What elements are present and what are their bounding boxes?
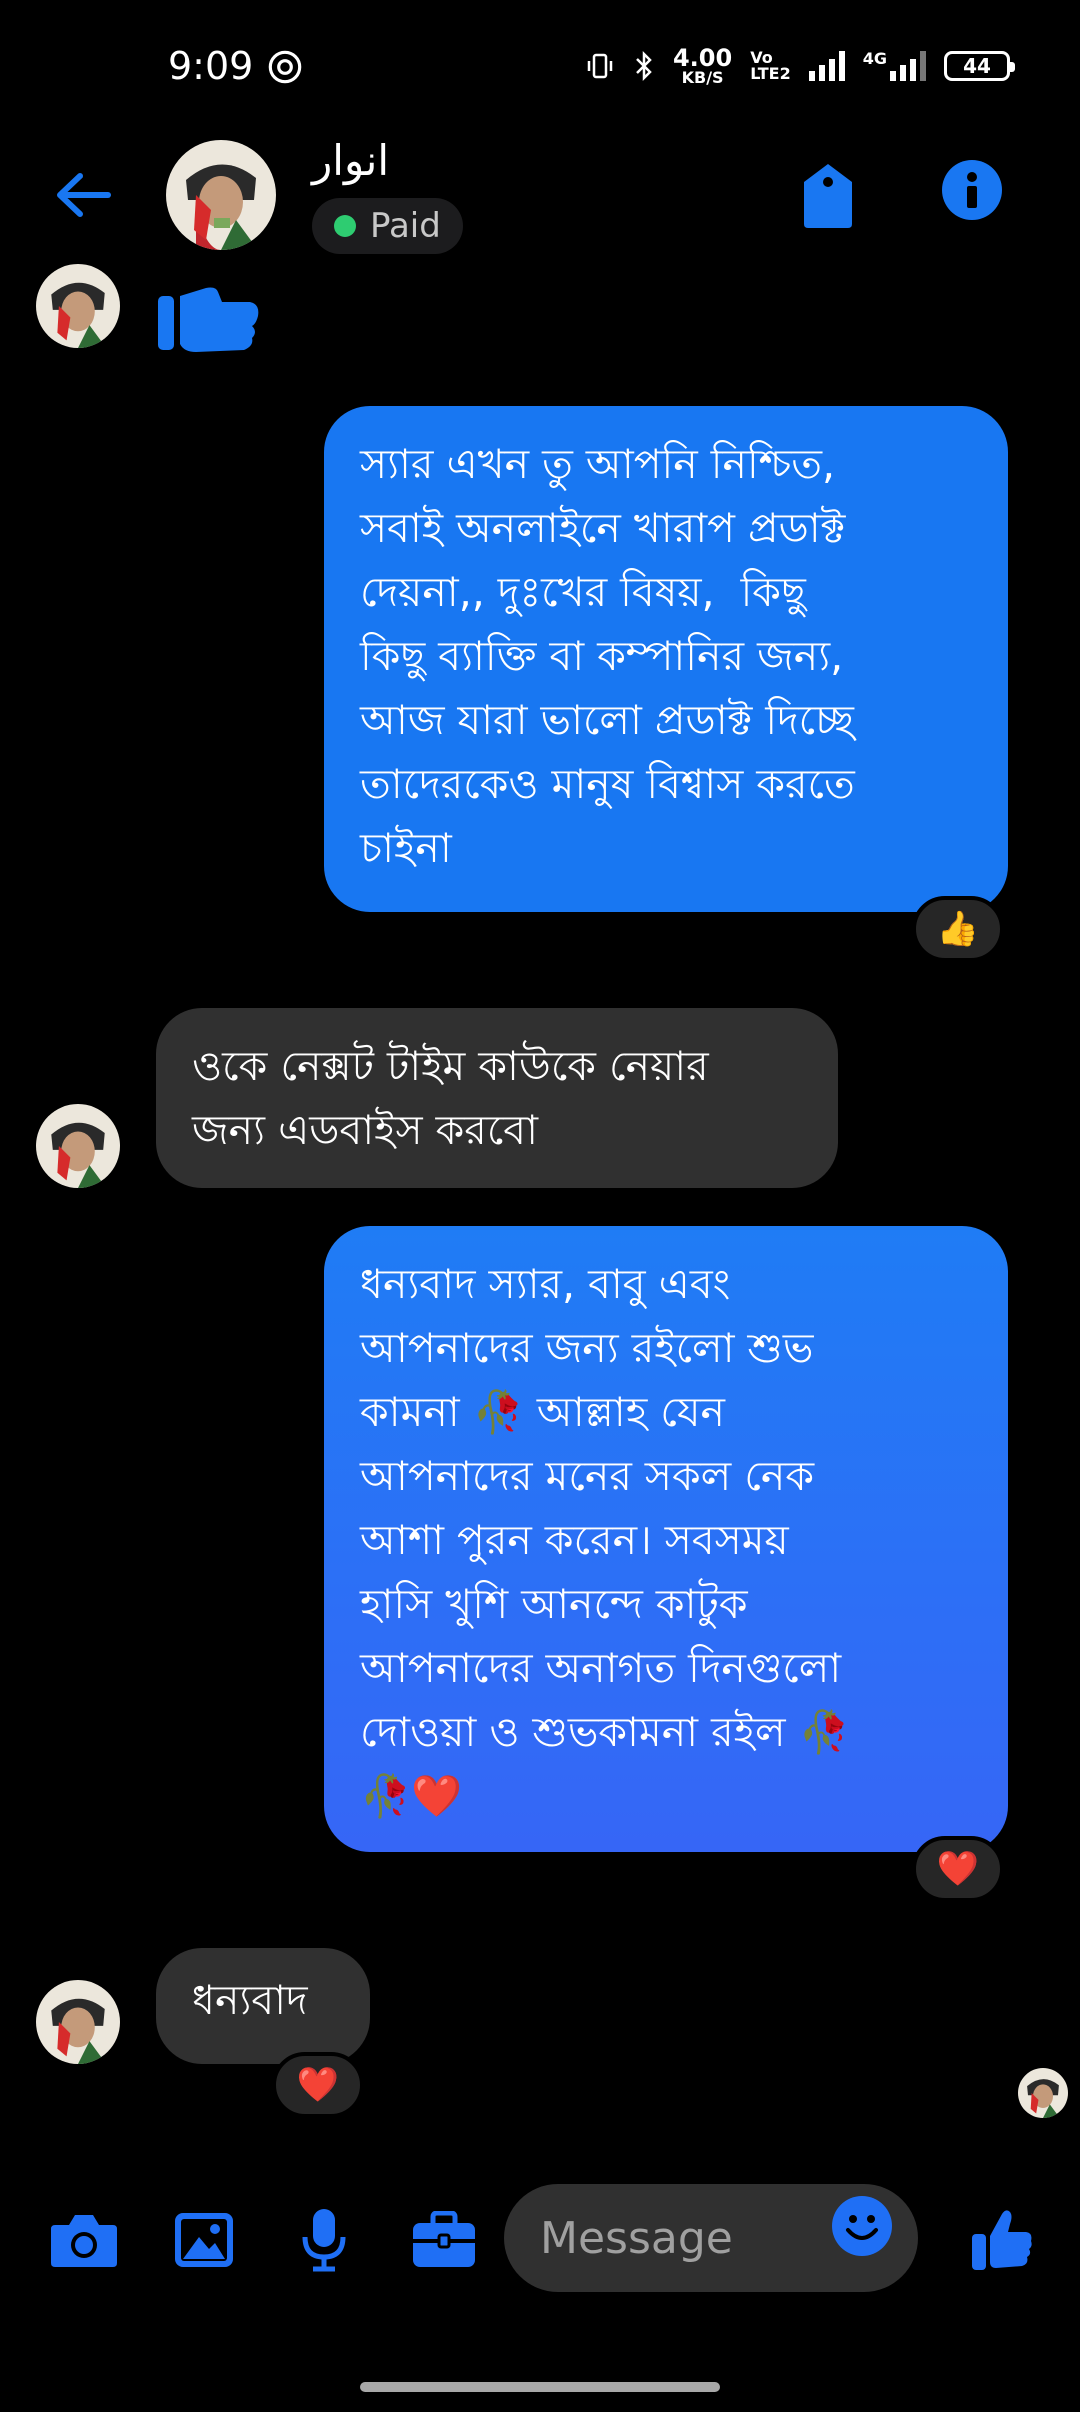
battery-level: 44 (963, 54, 991, 78)
incoming-message-bubble[interactable]: ওকে নেক্সট টাইম কাউকে নেয়ার জন্য এডবাইস… (156, 1008, 838, 1188)
signal-sim2-group: 4G (863, 51, 926, 81)
voice-record-button[interactable] (288, 2204, 360, 2276)
sender-avatar[interactable] (36, 1980, 120, 2064)
status-dot (334, 215, 356, 237)
sender-avatar[interactable] (36, 1104, 120, 1188)
network-speed: 4.00 KB/S (673, 46, 732, 86)
big-like-icon (158, 287, 259, 352)
gallery-button[interactable] (168, 2204, 240, 2276)
network-speed-value: 4.00 (672, 44, 733, 72)
tag-icon[interactable] (796, 160, 860, 230)
info-icon (967, 172, 977, 208)
business-tools-button[interactable] (408, 2204, 480, 2276)
network-speed-unit: KB/S (681, 68, 724, 87)
avatar-image (36, 1980, 120, 2064)
chat-header: انوار Paid (0, 130, 1080, 260)
image-icon (175, 2213, 233, 2267)
message-list: স্যার এখন তু আপনি নিশ্চিত, সবাই অনলাইনে … (0, 260, 1080, 2160)
sender-avatar[interactable] (36, 264, 120, 348)
chatgpt-app-icon (268, 50, 302, 84)
messenger-chat-screen: 9:09 4.00 KB/S Vo LTE2 4G 44 انوار Paid … (0, 0, 1080, 2412)
reaction-emoji: ❤️ (936, 1849, 980, 1889)
volte-bottom: LTE2 (750, 64, 791, 83)
message-input[interactable] (540, 2208, 820, 2268)
battery-icon: 44 (944, 51, 1015, 81)
signal-sim2-icon (890, 51, 926, 81)
status-right-group: 4.00 KB/S Vo LTE2 4G 44 (585, 46, 1015, 86)
like-icon (972, 2210, 1032, 2270)
camera-button[interactable] (48, 2204, 120, 2276)
avatar-image (36, 1104, 120, 1188)
reaction-emoji: 👍 (936, 909, 980, 949)
camera-icon (51, 2215, 117, 2267)
briefcase-icon (413, 2211, 475, 2267)
home-indicator[interactable] (360, 2382, 720, 2392)
message-reaction[interactable]: 👍 (912, 896, 1004, 962)
status-time: 9:09 (168, 44, 254, 88)
avatar-image (1018, 2068, 1068, 2118)
incoming-message-bubble[interactable]: ধন্যবাদ (156, 1948, 370, 2064)
network-type: 4G (862, 49, 887, 68)
outgoing-message-bubble[interactable]: ধন্যবাদ স্যার, বাবু এবং আপনাদের জন্য রইল… (324, 1226, 1008, 1852)
back-button[interactable] (48, 160, 118, 230)
status-bar: 9:09 4.00 KB/S Vo LTE2 4G 44 (0, 0, 1080, 130)
reaction-emoji: ❤️ (296, 2065, 340, 2105)
back-arrow-icon (57, 173, 111, 217)
like-send-button[interactable] (966, 2204, 1038, 2276)
badge-label: Paid (370, 206, 441, 246)
emoji-icon (846, 2215, 878, 2240)
microphone-icon (302, 2209, 346, 2272)
avatar-image (36, 264, 120, 348)
message-composer (0, 2160, 1080, 2320)
volte-indicator: Vo LTE2 (750, 50, 791, 82)
message-reaction[interactable]: ❤️ (912, 1836, 1004, 1902)
emoji-button[interactable] (832, 2196, 892, 2256)
avatar-image (166, 140, 276, 250)
message-reaction[interactable]: ❤️ (272, 2052, 364, 2118)
bluetooth-icon (636, 50, 652, 82)
info-button[interactable] (942, 160, 1002, 220)
seen-receipt-avatar (1018, 2068, 1068, 2118)
signal-sim1-icon (808, 51, 845, 81)
paid-label-badge[interactable]: Paid (312, 198, 463, 254)
contact-name[interactable]: انوار (312, 136, 389, 185)
contact-avatar[interactable] (166, 140, 276, 250)
vibrate-icon (587, 53, 613, 79)
outgoing-message-bubble[interactable]: স্যার এখন তু আপনি নিশ্চিত, সবাই অনলাইনে … (324, 406, 1008, 912)
